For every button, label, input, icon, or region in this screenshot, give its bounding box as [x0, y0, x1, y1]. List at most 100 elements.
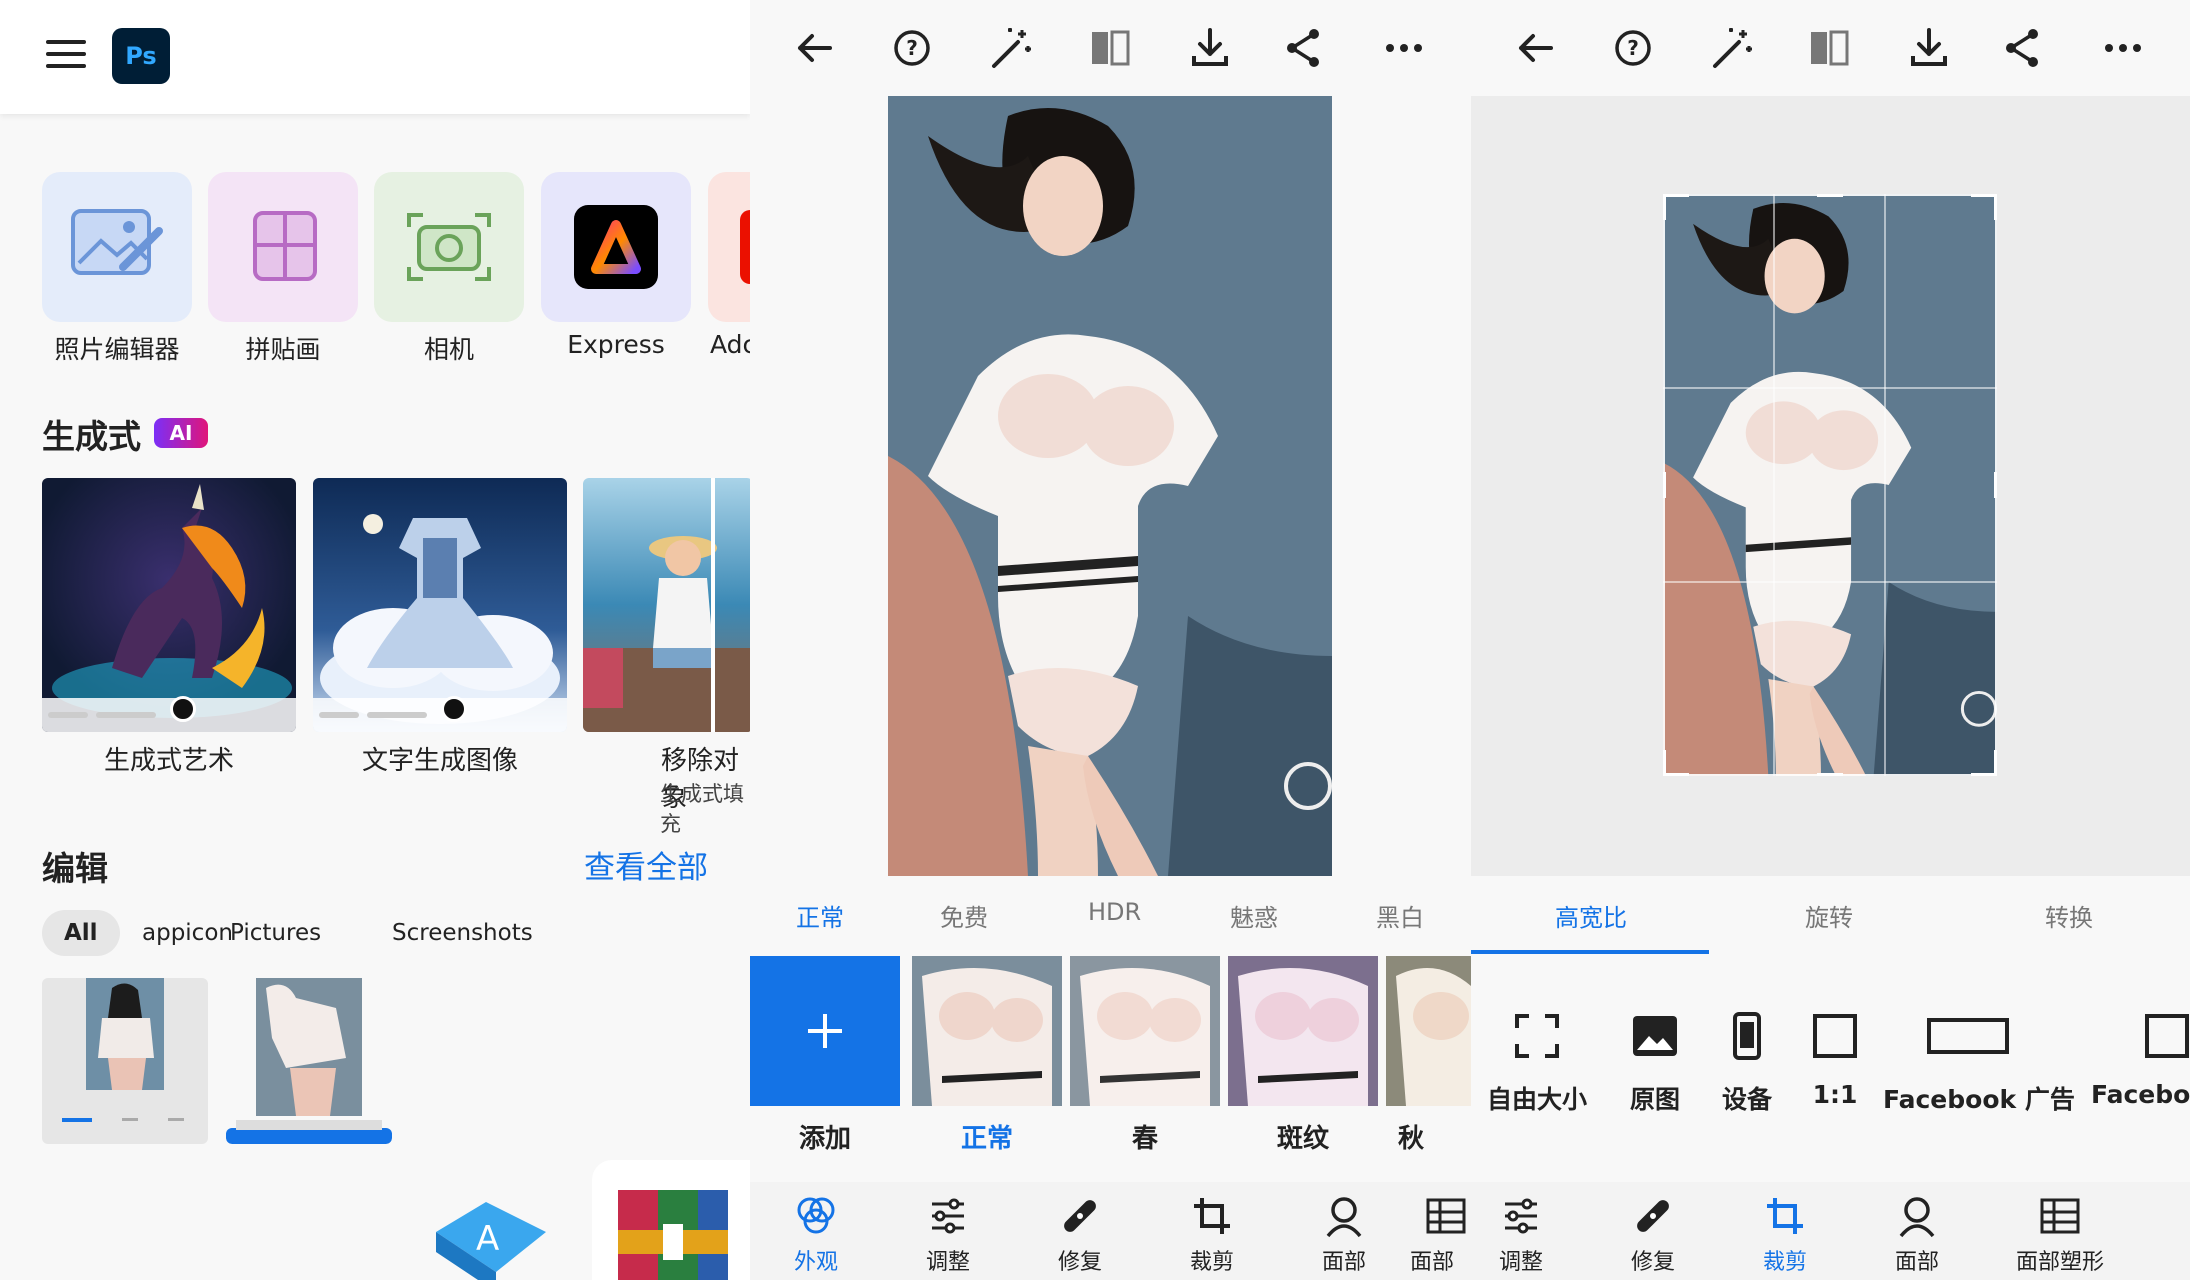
filter-chip-all[interactable]: All	[42, 910, 120, 956]
tile-express[interactable]	[541, 172, 691, 322]
main-photo[interactable]	[888, 96, 1332, 876]
nav-face-shape[interactable]: 面部塑形	[1985, 1194, 2135, 1276]
tile-adobe-app[interactable]	[708, 172, 750, 322]
ratio-label: 设备	[1721, 1085, 1772, 1114]
tile-camera[interactable]	[374, 172, 524, 322]
hamburger-menu-icon[interactable]	[46, 40, 86, 72]
preset-thumb-autumn[interactable]	[1386, 956, 1471, 1106]
gen-card-sublabel: 生成式填充	[660, 782, 744, 836]
cloud-dress-image	[320, 514, 560, 724]
screenshot-root: Ps 照片编辑器 拼贴画 相机 Express Adc 生成式 AI 生成式艺术…	[0, 0, 2190, 1280]
compare-icon[interactable]	[1086, 24, 1134, 72]
ratio-label: Facebook 广告	[1883, 1085, 2075, 1114]
preset-tab-hdr[interactable]: HDR	[1088, 898, 1141, 926]
gen-card-art[interactable]	[42, 478, 296, 732]
ratio-facebook[interactable]: Faceboo	[2091, 1012, 2190, 1109]
crop-tab-rotate[interactable]: 旋转	[1805, 898, 1853, 933]
ratio-square[interactable]: 1:1	[1795, 1012, 1875, 1109]
gen-card-text-to-image[interactable]	[313, 478, 567, 732]
gen-card-remove-object[interactable]	[583, 478, 750, 732]
preset-tab-glam[interactable]: 魅惑	[1230, 898, 1278, 933]
nav-crop[interactable]: 裁剪	[1735, 1194, 1835, 1276]
facebook-ad-icon	[1927, 1018, 2009, 1054]
preset-label: 秋	[1398, 1124, 1425, 1154]
add-preset-button[interactable]	[750, 956, 900, 1106]
tile-collage[interactable]	[208, 172, 358, 322]
crop-tab-indicator	[1471, 950, 1709, 954]
preset-tab-bw[interactable]: 黑白	[1376, 898, 1424, 933]
nav-heal[interactable]: 修复	[1030, 1194, 1130, 1276]
ratio-free-size[interactable]: 自由大小	[1487, 1012, 1587, 1116]
crop-panel: ? 高宽比 旋转 转换 自由大小 原图 设备 1:1 Facebook 广告 F…	[1471, 0, 2190, 1280]
editor-bottom-nav: 外观 调整 修复 裁剪 面部 面部	[750, 1182, 1471, 1280]
crop-grid-overlay[interactable]	[1663, 194, 1997, 776]
preset-tab-free[interactable]: 免费	[940, 898, 988, 933]
generate-badge-icon	[170, 696, 196, 722]
preset-thumb-normal[interactable]	[912, 956, 1062, 1106]
share-icon[interactable]	[1999, 24, 2047, 72]
nav-label: 修复	[1630, 1250, 1675, 1275]
crop-tab-transform[interactable]: 转换	[2045, 898, 2093, 933]
crop-tab-aspect-ratio[interactable]: 高宽比	[1555, 898, 1627, 933]
nav-face[interactable]: 面部	[1294, 1194, 1394, 1276]
nav-label: 修复	[1057, 1250, 1102, 1275]
nav-label: 裁剪	[1189, 1250, 1234, 1275]
ratio-original[interactable]: 原图	[1615, 1012, 1695, 1116]
collage-icon	[253, 211, 317, 281]
preset-tab-row: 正常 免费 HDR 魅惑 黑白	[750, 878, 1471, 958]
ratio-label: 自由大小	[1487, 1085, 1588, 1114]
view-all-link[interactable]: 查看全部	[584, 842, 708, 887]
compare-icon[interactable]	[1805, 24, 1853, 72]
generative-section-title: 生成式	[42, 417, 141, 456]
nav-crop[interactable]: 裁剪	[1162, 1194, 1262, 1276]
svg-text:?: ?	[1627, 36, 1639, 60]
preset-tab-normal[interactable]: 正常	[796, 898, 844, 933]
nav-adjust[interactable]: 调整	[1471, 1194, 1571, 1276]
back-arrow-icon[interactable]	[1511, 24, 1559, 72]
help-icon[interactable]: ?	[1609, 24, 1657, 72]
nav-label: 面部塑形	[2015, 1250, 2104, 1275]
adjust-icon	[932, 1198, 964, 1234]
looks-icon	[797, 1197, 835, 1234]
nav-adjust[interactable]: 调整	[898, 1194, 998, 1276]
face-icon	[1326, 1197, 1362, 1238]
preset-thumb-spring[interactable]	[1070, 956, 1220, 1106]
ratio-facebook-ad[interactable]: Facebook 广告	[1883, 1012, 2075, 1116]
back-arrow-icon[interactable]	[790, 24, 838, 72]
crop-tab-row: 高宽比 旋转 转换	[1471, 878, 2190, 958]
ratio-label: 原图	[1629, 1085, 1680, 1114]
share-icon[interactable]	[1280, 24, 1328, 72]
download-icon[interactable]	[1186, 24, 1234, 72]
crop-photo[interactable]	[1663, 194, 1997, 776]
preset-label: 斑纹	[1276, 1124, 1329, 1154]
more-options-icon[interactable]	[2099, 24, 2147, 72]
filter-chip-pictures[interactable]: Pictures	[208, 910, 343, 956]
preset-thumbnail	[1228, 956, 1378, 1106]
photo-thumbnail	[62, 978, 184, 1122]
preset-thumb-stripes[interactable]	[1228, 956, 1378, 1106]
nav-looks[interactable]: 外观	[766, 1194, 866, 1276]
magic-wand-icon[interactable]	[1707, 24, 1755, 72]
ai-badge: AI	[154, 418, 208, 448]
help-icon[interactable]: ?	[888, 24, 936, 72]
ratio-device[interactable]: 设备	[1707, 1012, 1787, 1116]
camera-icon	[407, 213, 491, 281]
edit-section-title: 编辑	[42, 849, 108, 888]
preset-label: 正常	[960, 1124, 1013, 1154]
svg-text:?: ?	[906, 36, 918, 60]
filter-chip-screenshots[interactable]: Screenshots	[370, 910, 555, 956]
download-icon[interactable]	[1905, 24, 1953, 72]
recent-thumb-2[interactable]	[226, 978, 392, 1144]
recent-thumb-1[interactable]	[42, 978, 208, 1144]
tile-photo-editor[interactable]	[42, 172, 192, 322]
heal-icon	[1064, 1200, 1096, 1232]
nav-label: 外观	[793, 1250, 838, 1275]
ratio-label: 1:1	[1812, 1080, 1858, 1109]
magic-wand-icon[interactable]	[986, 24, 1034, 72]
nav-face[interactable]: 面部	[1867, 1194, 1967, 1276]
svg-text:A: A	[476, 1219, 499, 1259]
more-options-icon[interactable]	[1380, 24, 1428, 72]
nav-label: 面部	[1894, 1250, 1939, 1275]
nav-face-shape[interactable]: 面部	[1410, 1194, 1471, 1276]
nav-heal[interactable]: 修复	[1603, 1194, 1703, 1276]
